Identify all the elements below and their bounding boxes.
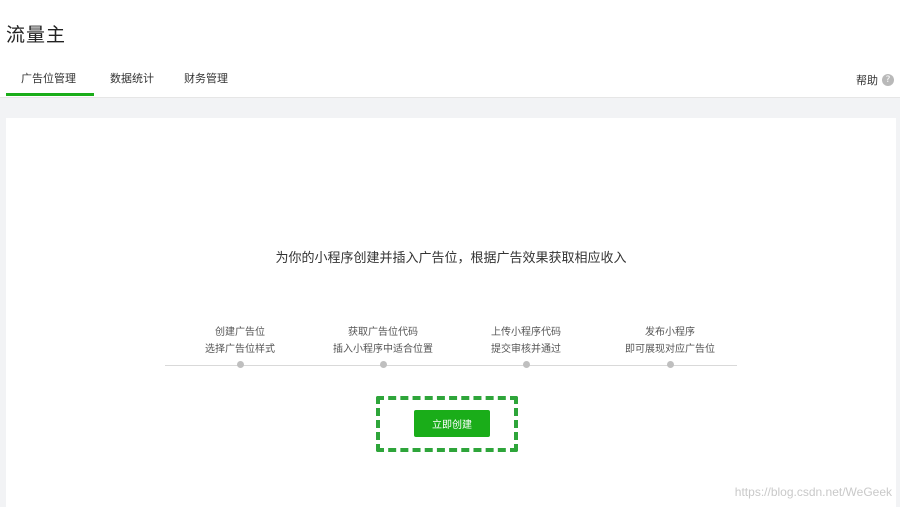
- question-circle-icon: ?: [882, 74, 894, 86]
- step-3-dot: [522, 361, 530, 368]
- tab-finance-management[interactable]: 财务管理: [170, 70, 242, 96]
- step-3-title: 上传小程序代码: [491, 327, 561, 338]
- tab-data-statistics[interactable]: 数据统计: [96, 70, 168, 96]
- page-headline: 为你的小程序创建并插入广告位，根据广告效果获取相应收入: [275, 251, 627, 266]
- step-4-title: 发布小程序: [645, 327, 695, 338]
- top-bar: 流量主 广告位管理 数据统计 财务管理 帮助 ?: [0, 0, 900, 98]
- help-label: 帮助: [856, 74, 878, 87]
- create-now-button[interactable]: 立即创建: [414, 410, 490, 437]
- step-4-desc: 即可展现对应广告位: [625, 344, 715, 355]
- step-2-desc: 插入小程序中适合位置: [333, 344, 433, 355]
- step-1-desc: 选择广告位样式: [205, 344, 275, 355]
- step-2-dot: [379, 361, 387, 368]
- step-4-dot: [666, 361, 674, 368]
- steps-track: [165, 365, 737, 366]
- step-4: 发布小程序 即可展现对应广告位: [595, 324, 745, 358]
- watermark: https://blog.csdn.net/WeGeek: [734, 485, 892, 499]
- page: 流量主 广告位管理 数据统计 财务管理 帮助 ? 为你的小程序创建并插入广告位，…: [0, 0, 900, 507]
- tab-ad-slot-management[interactable]: 广告位管理: [6, 70, 94, 96]
- step-2: 获取广告位代码 插入小程序中适合位置: [308, 324, 458, 358]
- step-1-title: 创建广告位: [215, 327, 265, 338]
- step-2-title: 获取广告位代码: [348, 327, 418, 338]
- app-title: 流量主: [6, 24, 67, 46]
- help-link[interactable]: 帮助 ?: [856, 72, 894, 88]
- step-3-desc: 提交审核并通过: [491, 344, 561, 355]
- main-panel: 为你的小程序创建并插入广告位，根据广告效果获取相应收入 创建广告位 选择广告位样…: [6, 118, 896, 507]
- step-3: 上传小程序代码 提交审核并通过: [451, 324, 601, 358]
- step-1-dot: [236, 361, 244, 368]
- tab-bar: 广告位管理 数据统计 财务管理: [6, 70, 242, 97]
- step-1: 创建广告位 选择广告位样式: [165, 324, 315, 358]
